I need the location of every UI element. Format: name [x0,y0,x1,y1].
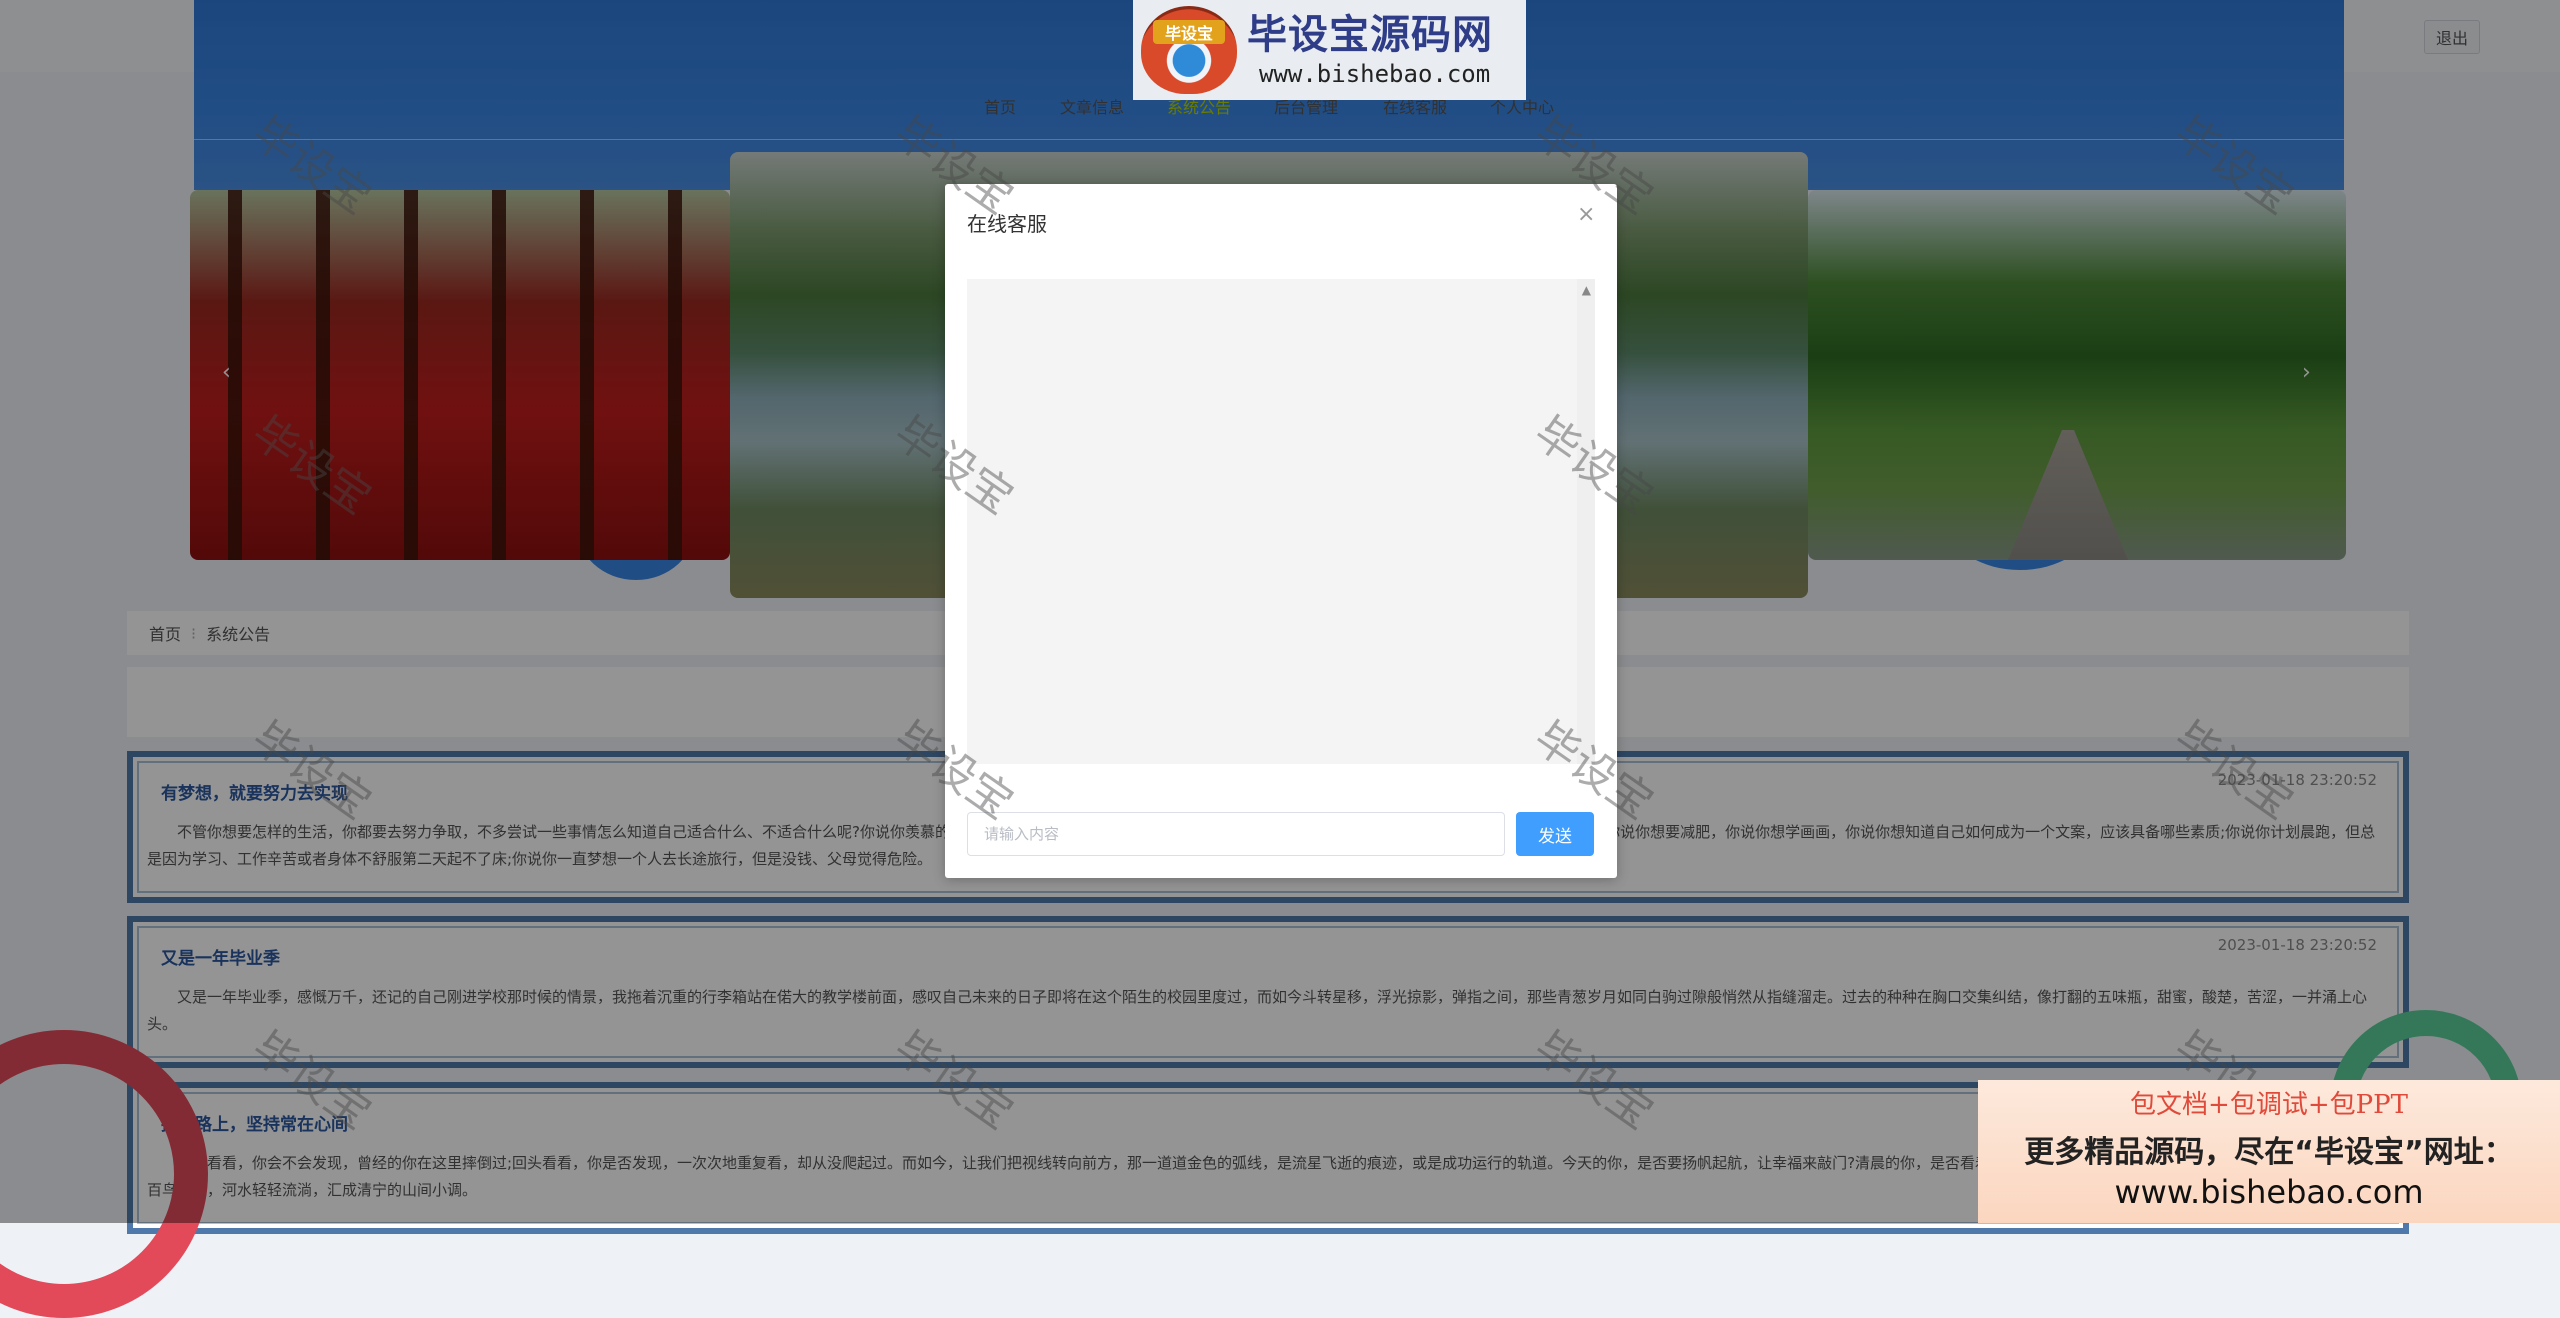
chat-scrollbar[interactable] [1577,279,1595,764]
customer-service-dialog: 在线客服 × ▲ 发送 [945,184,1617,878]
logo-url: www.bishebao.com [1259,60,1491,88]
chat-messages[interactable]: ▲ [967,279,1595,764]
scroll-up-icon[interactable]: ▲ [1582,283,1591,297]
chat-message-input[interactable] [967,812,1505,856]
logo-emblem: 毕设宝 [1141,6,1237,94]
logo-name: 毕设宝源码网 [1247,12,1493,58]
promo-headline: 更多精品源码，尽在“毕设宝”网址： [2024,1135,2514,1170]
logo-emblem-text: 毕设宝 [1153,20,1225,44]
promo-url[interactable]: www.bishebao.com [1978,1173,2560,1211]
send-button[interactable]: 发送 [1516,812,1594,856]
dialog-title: 在线客服 [967,212,1047,236]
promo-banner[interactable]: 包文档+包调试+包PPT 更多精品源码，尽在“毕设宝”网址： www.bishe… [1978,1080,2560,1223]
close-icon[interactable]: × [1577,202,1595,227]
site-logo[interactable]: 毕设宝 毕设宝源码网 www.bishebao.com [1133,0,1526,100]
promo-tagline: 包文档+包调试+包PPT [2130,1090,2408,1120]
